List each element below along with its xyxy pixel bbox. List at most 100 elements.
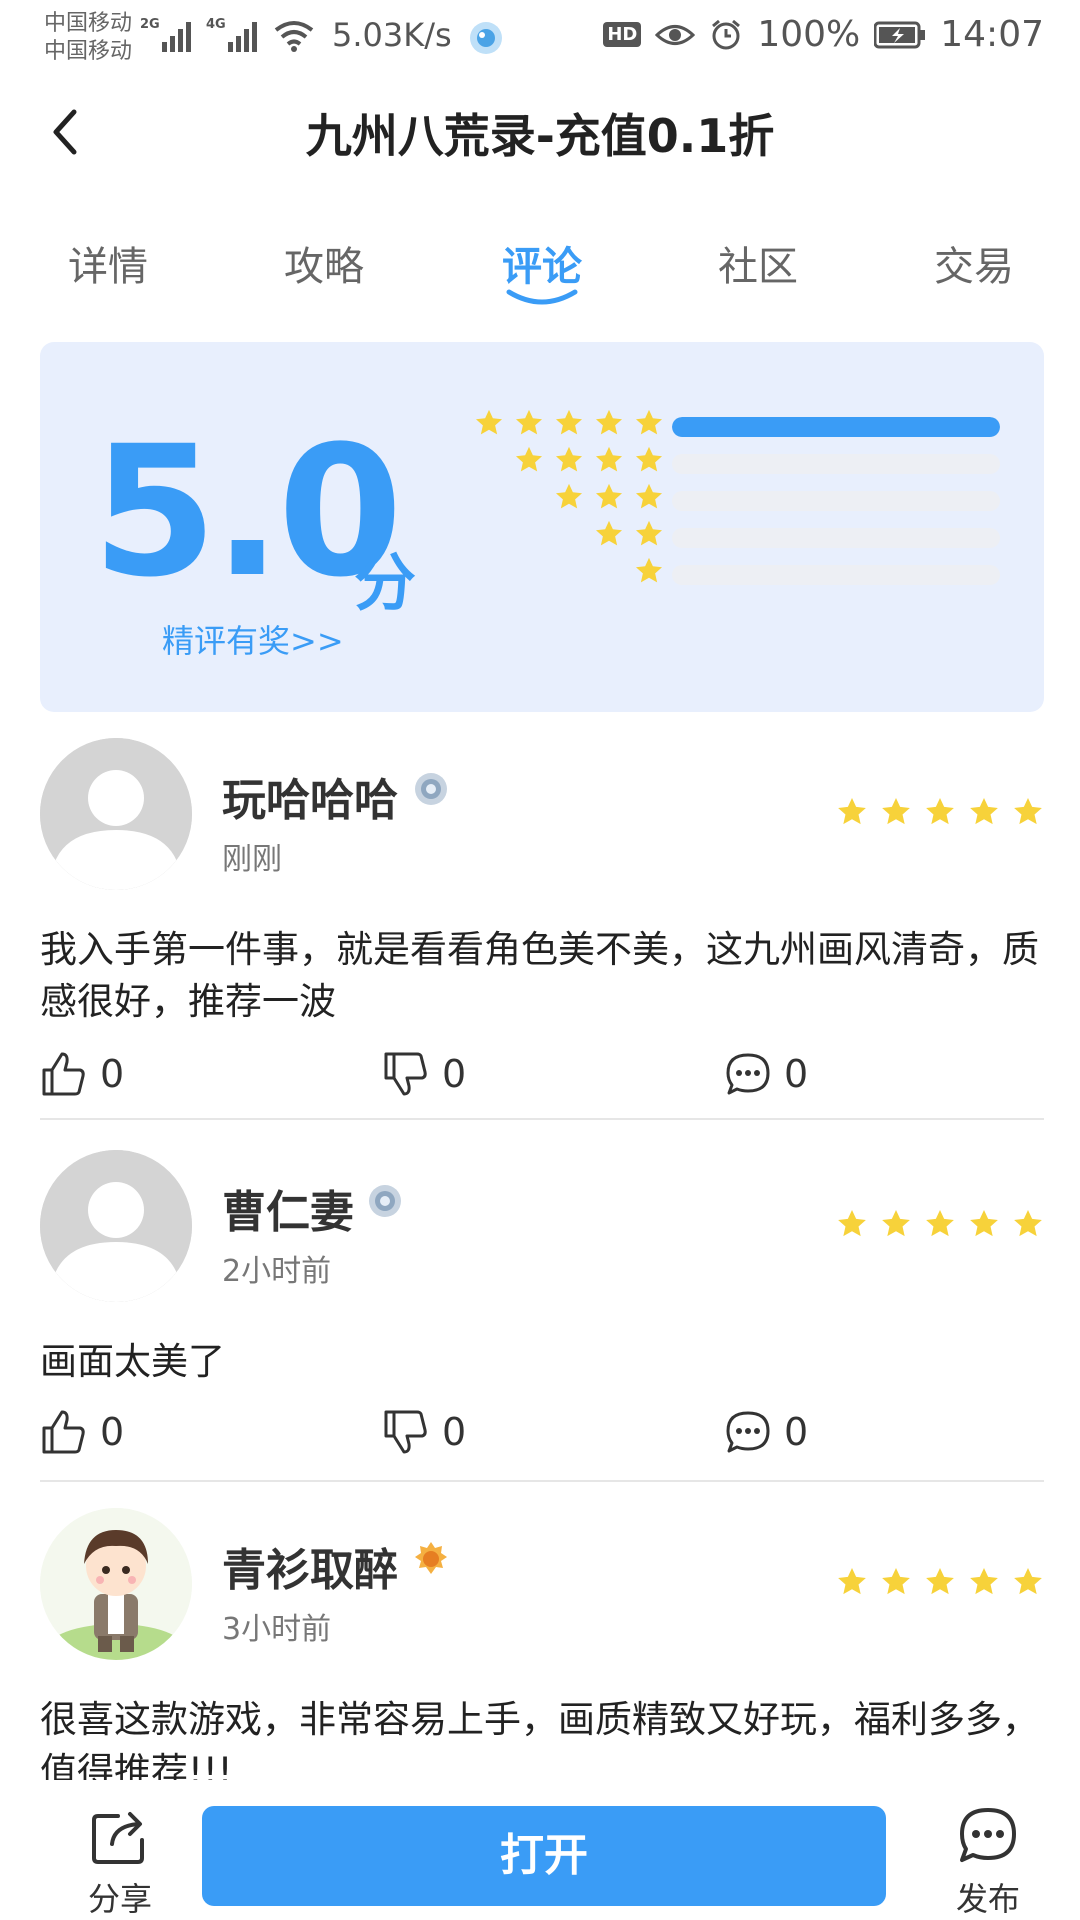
- star-icon: [1014, 1568, 1042, 1595]
- tab-guides[interactable]: 攻略: [254, 234, 394, 292]
- username[interactable]: 青衫取醉: [222, 1534, 398, 1598]
- star-icon: [636, 557, 662, 583]
- like-button[interactable]: 0: [40, 1050, 124, 1098]
- clock: 14:07: [940, 14, 1044, 55]
- distribution-bar: [672, 491, 1000, 511]
- share-button[interactable]: 分享: [60, 1804, 180, 1920]
- star-icon: [476, 409, 502, 435]
- star-icon: [926, 1210, 954, 1237]
- distribution-stars: [594, 519, 664, 549]
- review-time: 2小时前: [222, 1254, 332, 1289]
- app-notification-icon: [470, 22, 502, 54]
- share-label: 分享: [87, 1880, 152, 1918]
- like-count: 0: [100, 1410, 125, 1454]
- star-icon: [970, 1568, 998, 1595]
- wifi-icon: [274, 21, 314, 52]
- comment-icon: [726, 1053, 770, 1095]
- comment-count: 0: [784, 1410, 809, 1454]
- avatar[interactable]: [40, 1150, 192, 1302]
- post-button[interactable]: 发布: [928, 1804, 1048, 1920]
- star-icon: [596, 409, 622, 435]
- post-comment-icon: [960, 1808, 1016, 1862]
- review-time: 刚刚: [222, 842, 282, 877]
- share-icon: [92, 1812, 144, 1864]
- distribution-row-5: [40, 408, 1044, 442]
- review-item: 玩哈哈哈 刚刚 我入手第一件事，就是看看角色美不美，这九州画风清奇，质感很好，推…: [40, 738, 1044, 1120]
- carrier-1: 中国移动: [44, 11, 133, 36]
- battery-percent: 100%: [757, 14, 861, 55]
- review-content: 很喜这款游戏，非常容易上手，画质精致又好玩，福利多多，值得推荐!!!: [40, 1698, 1039, 1780]
- active-tab-indicator: [506, 289, 578, 305]
- header: 九州八荒录-充值0.1折: [0, 82, 1080, 182]
- avatar[interactable]: [40, 738, 192, 890]
- hd-icon: HD: [603, 22, 642, 47]
- star-icon: [970, 1210, 998, 1237]
- distribution-bar: [672, 528, 1000, 548]
- net-speed: 5.03K/s: [332, 16, 452, 54]
- tab-community[interactable]: 社区: [688, 234, 828, 292]
- distribution-stars: [514, 445, 664, 475]
- distribution-bar: [672, 454, 1000, 474]
- star-icon: [882, 798, 910, 825]
- star-icon: [1014, 1210, 1042, 1237]
- distribution-bar-fill: [672, 417, 1000, 437]
- thumbs-up-icon: [42, 1052, 85, 1096]
- cartoon-avatar-icon: [40, 1508, 192, 1660]
- star-icon: [596, 446, 622, 472]
- review-reward-link[interactable]: 精评有奖>>: [162, 616, 344, 662]
- signal-4g-icon: 4G: [206, 17, 257, 52]
- star-icon: [926, 1568, 954, 1595]
- like-count: 0: [100, 1052, 125, 1096]
- review-actions: 0 0 0: [40, 1050, 1044, 1110]
- distribution-bar: [672, 417, 1000, 437]
- level-badge-icon: [415, 773, 447, 805]
- tab-reviews[interactable]: 评论: [472, 234, 612, 292]
- review-rating: [836, 1566, 1044, 1598]
- dislike-button[interactable]: 0: [382, 1050, 466, 1098]
- bottom-action-bar: 分享 打开 发布: [0, 1780, 1080, 1920]
- signal-2g-icon: 2G: [140, 17, 191, 52]
- battery-icon: [874, 21, 926, 48]
- gold-badge-icon: [415, 1542, 447, 1574]
- status-bar: 中国移动 中国移动 2G 4G 5.03K/s HD 100% 14:07: [0, 0, 1080, 78]
- open-button[interactable]: 打开: [202, 1806, 886, 1906]
- default-avatar-icon: [40, 1150, 192, 1302]
- star-icon: [636, 483, 662, 509]
- eye-icon: [655, 24, 696, 45]
- divider: [40, 1480, 1044, 1482]
- page-title: 九州八荒录-充值0.1折: [305, 109, 775, 163]
- level-badge-icon: [369, 1185, 401, 1217]
- star-icon: [516, 446, 542, 472]
- avatar[interactable]: [40, 1508, 192, 1660]
- thumbs-down-icon: [384, 1410, 427, 1454]
- post-label: 发布: [955, 1880, 1020, 1918]
- star-icon: [636, 446, 662, 472]
- review-rating: [836, 796, 1044, 828]
- star-icon: [556, 483, 582, 509]
- star-icon: [596, 483, 622, 509]
- comment-count: 0: [784, 1052, 809, 1096]
- carrier-info: 中国移动 中国移动: [44, 10, 132, 66]
- tab-bar: 详情 攻略 评论 社区 交易: [0, 222, 1080, 322]
- star-icon: [516, 409, 542, 435]
- thumbs-up-icon: [42, 1410, 85, 1454]
- tab-trade[interactable]: 交易: [904, 234, 1044, 292]
- review-actions: 0 0 0: [40, 1408, 1044, 1468]
- username[interactable]: 玩哈哈哈: [222, 764, 398, 828]
- star-icon: [556, 409, 582, 435]
- star-icon: [882, 1568, 910, 1595]
- comment-button[interactable]: 0: [724, 1408, 808, 1456]
- tab-details[interactable]: 详情: [38, 234, 178, 292]
- thumbs-down-icon: [384, 1052, 427, 1096]
- comment-icon: [726, 1411, 770, 1453]
- star-icon: [636, 409, 662, 435]
- star-icon: [838, 1210, 866, 1237]
- star-icon: [970, 798, 998, 825]
- like-button[interactable]: 0: [40, 1408, 124, 1456]
- review-content: 我入手第一件事，就是看看角色美不美，这九州画风清奇，质感很好，推荐一波: [40, 928, 1039, 1023]
- star-icon: [838, 1568, 866, 1595]
- username[interactable]: 曹仁妻: [222, 1176, 354, 1240]
- star-icon: [1014, 798, 1042, 825]
- dislike-button[interactable]: 0: [382, 1408, 466, 1456]
- comment-button[interactable]: 0: [724, 1050, 808, 1098]
